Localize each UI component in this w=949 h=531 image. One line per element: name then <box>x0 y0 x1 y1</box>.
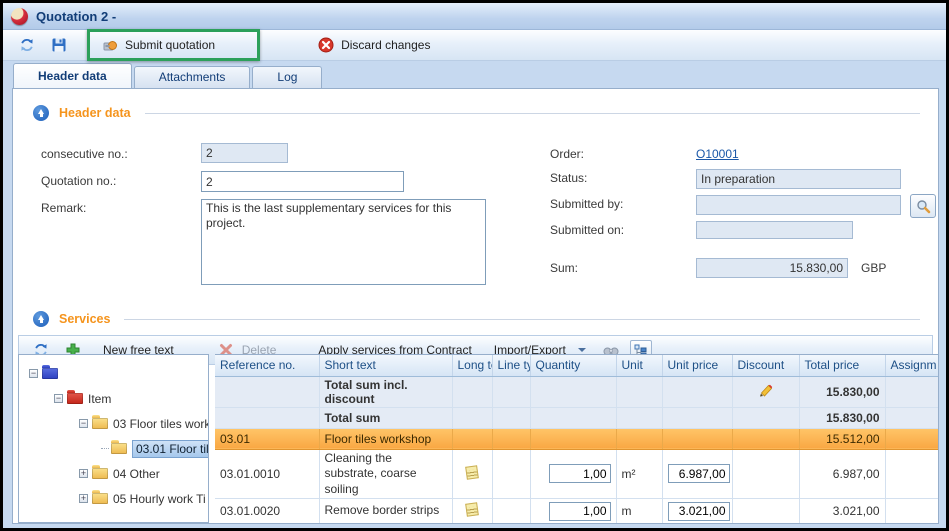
currency-label: GBP <box>861 261 886 275</box>
order-label: Order: <box>550 147 584 161</box>
col-total-price[interactable]: Total price <box>799 355 885 376</box>
col-discount[interactable]: Discount <box>732 355 799 376</box>
col-line-type[interactable]: Line type <box>492 355 530 376</box>
sum-field[interactable] <box>696 258 848 278</box>
submit-quotation-icon <box>102 37 118 53</box>
tab-header-data[interactable]: Header data <box>13 63 132 88</box>
discard-icon <box>318 37 334 53</box>
table-header-row: Reference no. Short text Long text Line … <box>215 355 938 376</box>
tab-strip: Header data Attachments Log <box>3 61 946 88</box>
tab-attachments[interactable]: Attachments <box>134 66 251 88</box>
app-icon <box>11 8 28 25</box>
services-body: − − Item − 03 Floor tiles work <box>18 354 938 523</box>
quotation-window: Quotation 2 - <box>0 0 949 531</box>
services-tree: − − Item − 03 Floor tiles work <box>18 354 209 523</box>
quotation-no-field[interactable] <box>201 171 404 192</box>
order-link[interactable]: O10001 <box>696 147 739 161</box>
section-title: Header data <box>59 106 131 120</box>
quantity-input[interactable] <box>549 502 611 521</box>
discard-changes-button[interactable]: Discard changes <box>312 34 436 56</box>
table-row[interactable]: Total sum 15.830,00 <box>215 407 938 428</box>
long-text-icon[interactable] <box>465 465 479 480</box>
lookup-user-button[interactable] <box>910 194 936 218</box>
services-title: Services <box>59 312 110 326</box>
magnifier-icon <box>916 199 931 214</box>
col-quantity[interactable]: Quantity <box>530 355 616 376</box>
header-data-section-header: Header data <box>33 105 920 121</box>
folder-red-icon <box>67 393 83 404</box>
dropdown-arrow-icon <box>578 348 586 352</box>
services-table-panel: Reference no. Short text Long text Line … <box>215 354 938 523</box>
collapse-section-icon[interactable] <box>33 105 49 121</box>
folder-yellow-icon <box>111 443 127 454</box>
remark-field[interactable]: This is the last supplementary services … <box>201 199 486 285</box>
table-row[interactable]: Total sum incl. discount 15.830,00 <box>215 376 938 407</box>
quotation-no-label: Quotation no.: <box>41 174 116 188</box>
expand-node-icon[interactable]: + <box>79 494 88 503</box>
tab-log[interactable]: Log <box>252 66 322 88</box>
folder-yellow-icon <box>92 493 108 504</box>
save-button[interactable] <box>45 34 73 56</box>
collapse-node-icon[interactable]: − <box>29 369 38 378</box>
save-icon <box>51 37 67 53</box>
col-assignment[interactable]: Assignm <box>885 355 938 376</box>
collapse-node-icon[interactable]: − <box>79 419 88 428</box>
remark-label: Remark: <box>41 201 86 215</box>
collapse-services-icon[interactable] <box>33 311 49 327</box>
tree-item-03[interactable]: − 03 Floor tiles work <box>19 411 208 436</box>
tree-item-04[interactable]: + 04 Other <box>19 461 208 486</box>
header-form: consecutive no.: Quotation no.: Remark: … <box>13 121 938 311</box>
status-label: Status: <box>550 171 587 185</box>
annotation-highlight-box: Submit quotation <box>87 29 260 61</box>
content-panel: Header data consecutive no.: Quotation n… <box>12 88 939 524</box>
folder-yellow-icon <box>92 418 108 429</box>
table-row[interactable]: 03.01.0020 Remove border strips m 3.021,… <box>215 499 938 523</box>
consecutive-no-label: consecutive no.: <box>41 147 128 161</box>
section-rule <box>145 113 920 114</box>
discard-changes-label: Discard changes <box>341 38 430 52</box>
col-unit[interactable]: Unit <box>616 355 662 376</box>
window-title: Quotation 2 - <box>36 9 116 24</box>
long-text-icon[interactable] <box>465 503 479 518</box>
col-reference-no[interactable]: Reference no. <box>215 355 319 376</box>
selected-group-row[interactable]: 03.01 Floor tiles workshop 15.512,00 <box>215 428 938 449</box>
main-toolbar: Submit quotation Discard changes <box>3 30 946 61</box>
pencil-icon <box>759 384 773 397</box>
folder-yellow-icon <box>92 468 108 479</box>
submitted-on-field[interactable] <box>696 221 853 239</box>
col-short-text[interactable]: Short text <box>319 355 452 376</box>
tree-item-root[interactable]: − <box>19 361 208 386</box>
refresh-icon <box>19 37 35 53</box>
status-field[interactable] <box>696 169 901 189</box>
services-section-header: Services <box>33 311 920 327</box>
quantity-input[interactable] <box>549 464 611 483</box>
submitted-on-label: Submitted on: <box>550 223 624 237</box>
selected-tree-item: 03.01 Floor til <box>132 440 208 458</box>
tree-item-item[interactable]: − Item <box>19 386 208 411</box>
title-bar: Quotation 2 - <box>3 3 946 30</box>
collapse-node-icon[interactable]: − <box>54 394 63 403</box>
services-table: Reference no. Short text Long text Line … <box>215 355 938 523</box>
sum-label: Sum: <box>550 261 578 275</box>
consecutive-no-field[interactable] <box>201 143 288 163</box>
col-long-text[interactable]: Long text <box>452 355 492 376</box>
tree-item-03-01[interactable]: 03.01 Floor til <box>19 436 208 461</box>
unit-price-input[interactable] <box>668 464 730 483</box>
submit-quotation-button[interactable]: Submit quotation <box>96 34 221 56</box>
refresh-button[interactable] <box>13 34 41 56</box>
tree-item-05[interactable]: + 05 Hourly work Ti <box>19 486 208 511</box>
col-unit-price[interactable]: Unit price <box>662 355 732 376</box>
folder-blue-icon <box>42 368 58 379</box>
submitted-by-field[interactable] <box>696 195 901 215</box>
expand-node-icon[interactable]: + <box>79 469 88 478</box>
tree-connector <box>101 448 109 449</box>
submit-quotation-label: Submit quotation <box>125 38 215 52</box>
edit-discount-cell[interactable] <box>732 376 799 407</box>
table-row[interactable]: 03.01.0010 Cleaning the substrate, coars… <box>215 449 938 499</box>
services-rule <box>124 319 920 320</box>
submitted-by-label: Submitted by: <box>550 197 623 211</box>
unit-price-input[interactable] <box>668 502 730 521</box>
